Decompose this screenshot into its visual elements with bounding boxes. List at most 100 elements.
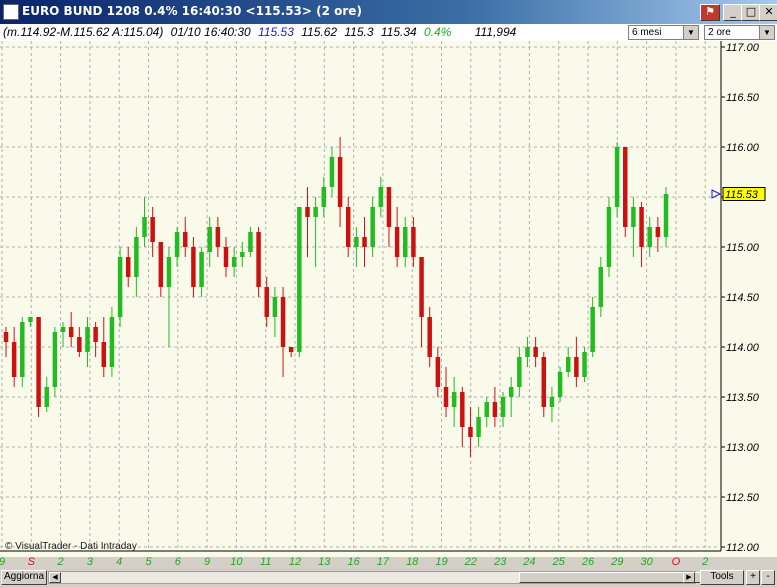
refresh-button[interactable]: Aggiorna bbox=[1, 570, 47, 585]
candle-body bbox=[435, 357, 441, 387]
x-tick-label: 17 bbox=[377, 556, 390, 568]
y-tick-label: 116.50 bbox=[726, 92, 760, 104]
candle-body bbox=[655, 227, 661, 237]
candle-body bbox=[525, 347, 530, 357]
candle-body bbox=[623, 147, 628, 227]
candle-body bbox=[411, 227, 416, 257]
quote-summary: (m.114.92-M.115.62 A:115.04) 01/10 16:40… bbox=[3, 25, 520, 39]
candle-body bbox=[288, 347, 294, 352]
candle-body bbox=[598, 267, 604, 307]
candle-body bbox=[614, 147, 620, 207]
chevron-down-icon[interactable]: ▼ bbox=[683, 26, 698, 39]
candle-body bbox=[574, 357, 579, 377]
x-tick-label: O bbox=[672, 556, 681, 568]
y-tick-label: 112.50 bbox=[726, 492, 760, 504]
x-tick-label: 3 bbox=[87, 556, 94, 568]
candle-body bbox=[582, 352, 587, 377]
candle-body bbox=[403, 227, 408, 257]
candle-body bbox=[256, 232, 261, 287]
horizontal-scrollbar[interactable]: ◀ ▶ bbox=[48, 571, 719, 584]
candle-body bbox=[484, 402, 489, 417]
minimize-icon[interactable]: _ bbox=[723, 4, 743, 21]
watermark: © VisualTrader - Dati Intraday bbox=[5, 541, 137, 552]
candle-body bbox=[394, 227, 400, 257]
scroll-right-icon[interactable]: ▶ bbox=[683, 572, 695, 583]
x-tick-label: 11 bbox=[260, 556, 271, 568]
x-tick-label: 10 bbox=[230, 556, 243, 568]
candle-body bbox=[297, 207, 302, 352]
last-price-text: 115.53 bbox=[258, 25, 294, 39]
tools-button[interactable]: Tools bbox=[700, 570, 744, 585]
maximize-icon[interactable]: □ bbox=[741, 4, 761, 21]
candle-body bbox=[199, 252, 204, 287]
candle-body bbox=[125, 257, 131, 277]
candle-body bbox=[248, 232, 253, 252]
period-select[interactable]: 6 mesi ▼ bbox=[628, 25, 699, 40]
candle-body bbox=[590, 307, 595, 352]
scroll-left-icon[interactable]: ◀ bbox=[49, 572, 61, 583]
range-text: (m.114.92-M.115.62 A:115.04) bbox=[3, 25, 164, 39]
candle-body bbox=[305, 207, 310, 217]
chevron-down-icon[interactable]: ▼ bbox=[759, 26, 774, 39]
candle-body bbox=[639, 207, 644, 247]
x-tick-label: 12 bbox=[289, 556, 301, 568]
candle-body bbox=[663, 194, 669, 237]
app-window: EURO BUND 1208 0.4% 16:40:30 <115.53> (2… bbox=[0, 0, 777, 587]
app-icon bbox=[3, 4, 19, 20]
candle-body bbox=[166, 257, 172, 287]
candle-body bbox=[565, 357, 571, 372]
candle-body bbox=[240, 252, 245, 257]
candle-body bbox=[174, 232, 180, 257]
interval-select[interactable]: 2 ore ▼ bbox=[704, 25, 775, 40]
y-tick-label: 113.00 bbox=[726, 442, 760, 454]
bottom-bar: Aggiorna ◀ ▶ Tools + - bbox=[0, 569, 777, 587]
x-tick-label: S bbox=[28, 556, 36, 568]
x-tick-label: 16 bbox=[347, 556, 360, 568]
candle-body bbox=[272, 297, 278, 317]
candle-body bbox=[183, 232, 188, 247]
candle-body bbox=[517, 357, 522, 387]
candle-body bbox=[52, 332, 58, 387]
candle-body bbox=[549, 397, 555, 407]
zoom-in-button[interactable]: + bbox=[746, 570, 760, 585]
price-chart[interactable]: 117.00116.50116.00115.50115.00114.50114.… bbox=[0, 41, 777, 569]
candle-body bbox=[647, 227, 652, 247]
candle-body bbox=[215, 227, 221, 247]
candle-body bbox=[362, 237, 367, 247]
y-tick-label: 112.00 bbox=[726, 542, 760, 554]
candle-body bbox=[77, 337, 82, 352]
x-tick-label: 30 bbox=[640, 556, 653, 568]
y-tick-label: 113.50 bbox=[726, 392, 760, 404]
candle-body bbox=[370, 207, 375, 247]
period-select-value: 6 mesi bbox=[632, 27, 662, 38]
candle-body bbox=[85, 327, 90, 352]
candle-body bbox=[231, 257, 237, 267]
candle-body bbox=[44, 387, 49, 407]
candle-body bbox=[207, 227, 212, 252]
x-tick-label: 4 bbox=[116, 556, 122, 568]
candle-body bbox=[28, 317, 33, 322]
candle-body bbox=[460, 392, 465, 427]
candle-body bbox=[386, 187, 392, 227]
close-icon[interactable]: ✕ bbox=[759, 4, 777, 21]
candle-body bbox=[117, 257, 123, 317]
x-tick-label: 9 bbox=[204, 556, 210, 568]
candle-body bbox=[60, 327, 66, 332]
zoom-out-button[interactable]: - bbox=[761, 570, 775, 585]
info-bar: (m.114.92-M.115.62 A:115.04) 01/10 16:40… bbox=[0, 24, 777, 42]
candle-body bbox=[158, 242, 164, 287]
candle-body bbox=[427, 317, 432, 357]
candle-body bbox=[134, 237, 139, 277]
x-tick-label: 29 bbox=[610, 556, 623, 568]
alert-icon[interactable]: ⚑ bbox=[700, 4, 720, 21]
plot-area bbox=[0, 41, 721, 557]
candle-body bbox=[109, 317, 115, 367]
x-axis-ticks: 9S234569101112131617181922232425262930O2 bbox=[0, 556, 708, 568]
candle-body bbox=[264, 287, 269, 317]
candle-body bbox=[631, 207, 636, 227]
open-text: 115.34 bbox=[380, 25, 417, 39]
candle-body bbox=[476, 417, 481, 437]
candle-body bbox=[321, 187, 327, 207]
candle-body bbox=[468, 427, 473, 437]
candle-body bbox=[101, 342, 107, 367]
